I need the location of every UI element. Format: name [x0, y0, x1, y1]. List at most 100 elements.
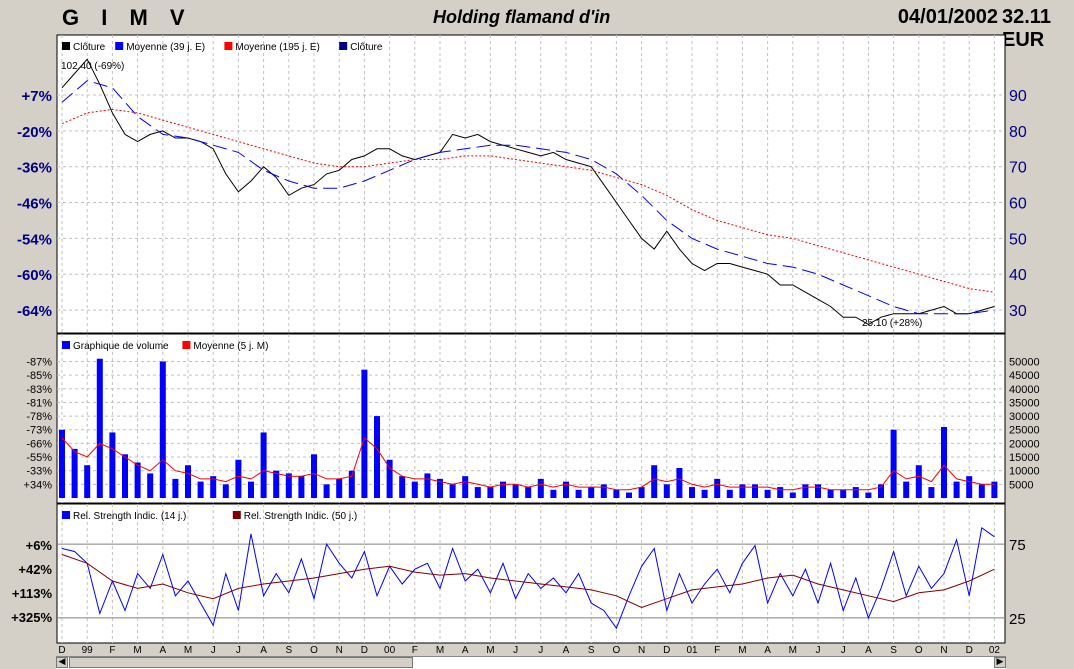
- volume-bar: [600, 484, 607, 498]
- volume-tick-left: -83%: [26, 384, 52, 396]
- y-tick-left: +7%: [22, 88, 52, 105]
- x-tick-label: M: [133, 645, 141, 656]
- volume-bar: [638, 487, 645, 498]
- volume-tick-left: -78%: [26, 411, 52, 423]
- y-tick-left: -64%: [17, 303, 52, 320]
- legend-swatch: [232, 511, 241, 519]
- legend-swatch: [182, 341, 191, 349]
- volume-bar: [462, 476, 469, 498]
- volume-tick-right: 50000: [1009, 356, 1040, 368]
- scroll-right-arrow-icon[interactable]: ▶: [994, 657, 1006, 668]
- panel-frame-0: [56, 34, 1006, 334]
- volume-bar: [84, 465, 91, 498]
- x-tick-label: O: [613, 645, 621, 656]
- volume-bar: [827, 489, 834, 498]
- volume-bar: [663, 484, 670, 498]
- x-tick-label: O: [915, 645, 923, 656]
- y-tick-left: -36%: [17, 160, 52, 177]
- volume-tick-right: 45000: [1009, 370, 1040, 382]
- volume-bar: [285, 473, 292, 498]
- volume-tick-right: 40000: [1009, 384, 1040, 396]
- volume-bar: [802, 484, 809, 498]
- y-tick-left: -54%: [17, 231, 52, 248]
- volume-bar: [613, 489, 620, 498]
- x-tick-label: F: [412, 645, 418, 656]
- x-tick-label: J: [236, 645, 241, 656]
- volume-bar: [764, 489, 771, 498]
- horizontal-scrollbar[interactable]: ◀ ▶: [56, 656, 1006, 669]
- volume-bar: [323, 484, 330, 498]
- x-tick-label: F: [714, 645, 720, 656]
- low-annotation: 25.10 (+28%): [862, 318, 922, 329]
- volume-tick-left: -33%: [26, 466, 52, 478]
- volume-bar: [248, 481, 254, 498]
- y-tick-right: 50: [1009, 231, 1027, 248]
- x-tick-label: J: [211, 645, 216, 656]
- x-tick-label: S: [588, 645, 595, 656]
- volume-tick-right: 5000: [1009, 479, 1033, 491]
- x-tick-label: M: [738, 645, 746, 656]
- panel-frame-1: [56, 333, 1006, 504]
- volume-tick-right: 10000: [1009, 466, 1040, 478]
- x-tick-label: A: [260, 645, 267, 656]
- volume-bar: [550, 489, 557, 498]
- legend-label: Moyenne (195 j. E): [235, 42, 320, 53]
- volume-bar: [298, 476, 305, 498]
- volume-bar: [726, 489, 733, 498]
- volume-bar: [96, 358, 103, 498]
- volume-bar: [134, 462, 141, 498]
- x-tick-label: 01: [686, 645, 698, 656]
- volume-bar: [122, 454, 128, 498]
- x-tick-label: 02: [989, 645, 1001, 656]
- x-tick-label: N: [638, 645, 645, 656]
- legend-swatch: [62, 341, 70, 349]
- x-tick-label: M: [184, 645, 192, 656]
- volume-bar: [537, 478, 544, 498]
- volume-bar: [197, 481, 204, 498]
- volume-bar: [903, 481, 910, 498]
- volume-bar: [311, 454, 317, 498]
- rsi-tick-left: +325%: [11, 610, 52, 625]
- legend-swatch: [224, 42, 233, 50]
- y-tick-left: -46%: [17, 196, 52, 213]
- volume-bar: [701, 489, 708, 498]
- x-tick-label: 00: [384, 645, 396, 656]
- volume-bar: [915, 465, 922, 498]
- volume-bar: [172, 478, 179, 498]
- volume-bar: [789, 492, 796, 498]
- y-tick-right: 30: [1009, 303, 1027, 320]
- x-tick-label: J: [841, 645, 846, 656]
- volume-tick-right: 25000: [1009, 425, 1040, 437]
- x-tick-label: D: [58, 645, 65, 656]
- x-tick-label: A: [462, 645, 469, 656]
- x-tick-label: M: [436, 645, 444, 656]
- x-tick-label: S: [890, 645, 897, 656]
- rsi-tick-right: 75: [1009, 537, 1026, 554]
- volume-bar: [815, 484, 821, 498]
- volume-bar: [273, 470, 280, 498]
- y-tick-right: 70: [1009, 160, 1027, 177]
- volume-bar: [449, 484, 456, 498]
- volume-bar: [575, 489, 582, 498]
- x-tick-label: J: [816, 645, 821, 656]
- volume-tick-left: -87%: [26, 356, 52, 368]
- legend-label: Moyenne (39 j. E): [126, 42, 205, 53]
- volume-bar: [865, 492, 872, 498]
- scrollbar-thumb[interactable]: [69, 657, 413, 668]
- volume-tick-left: -66%: [26, 438, 52, 450]
- y-tick-right: 80: [1009, 124, 1027, 141]
- volume-bar: [890, 429, 897, 498]
- volume-bar: [260, 432, 267, 498]
- volume-bar: [71, 448, 78, 498]
- volume-bar: [235, 459, 242, 498]
- volume-bar: [626, 492, 632, 498]
- rsi-tick-left: +6%: [26, 538, 53, 553]
- x-tick-label: O: [310, 645, 318, 656]
- volume-tick-left: +34%: [24, 479, 53, 491]
- scroll-left-arrow-icon[interactable]: ◀: [56, 657, 68, 668]
- volume-bar: [159, 361, 166, 498]
- volume-tick-right: 30000: [1009, 411, 1040, 423]
- volume-bar: [739, 484, 746, 498]
- x-tick-label: A: [563, 645, 570, 656]
- x-tick-label: M: [486, 645, 494, 656]
